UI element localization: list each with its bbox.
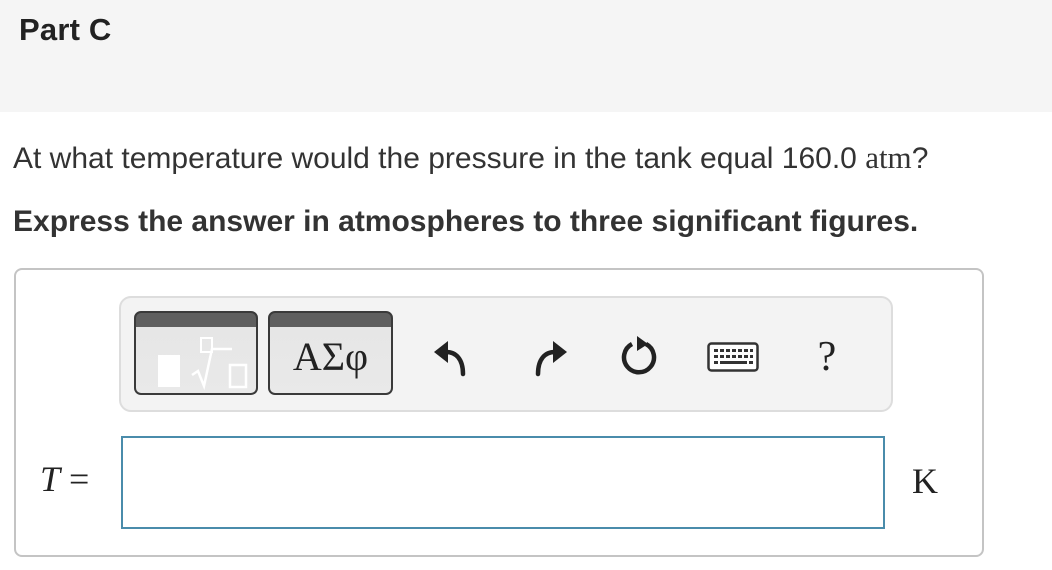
symbols-button[interactable]: ΑΣφ	[268, 311, 393, 395]
answer-unit: K	[912, 461, 938, 501]
help-button[interactable]: ?	[805, 332, 849, 382]
question-unit: atm	[865, 140, 912, 175]
undo-arrow-icon	[434, 341, 466, 377]
part-header: Part C	[0, 0, 1052, 112]
templates-button[interactable]	[134, 311, 258, 395]
question-end: ?	[911, 142, 929, 175]
reset-button[interactable]	[617, 332, 661, 382]
question-body: At what temperature would the pressure i…	[13, 142, 866, 175]
redo-button[interactable]	[527, 332, 571, 382]
answer-equals: =	[60, 459, 90, 499]
keyboard-icon	[707, 342, 759, 372]
part-title: Part C	[19, 12, 112, 47]
templates-sqrt-icon	[158, 337, 248, 391]
answer-variable-label: T =	[40, 458, 89, 500]
answer-variable: T	[40, 459, 61, 499]
instruction-text: Express the answer in atmospheres to thr…	[13, 205, 919, 238]
symbols-label: ΑΣφ	[292, 334, 369, 379]
reset-circular-arrow-icon	[621, 336, 657, 375]
answer-input[interactable]	[121, 436, 885, 529]
help-label: ?	[817, 334, 837, 380]
undo-button[interactable]	[430, 332, 474, 382]
redo-arrow-icon	[535, 341, 567, 377]
question-text: At what temperature would the pressure i…	[13, 140, 928, 176]
keyboard-button[interactable]	[707, 332, 759, 382]
